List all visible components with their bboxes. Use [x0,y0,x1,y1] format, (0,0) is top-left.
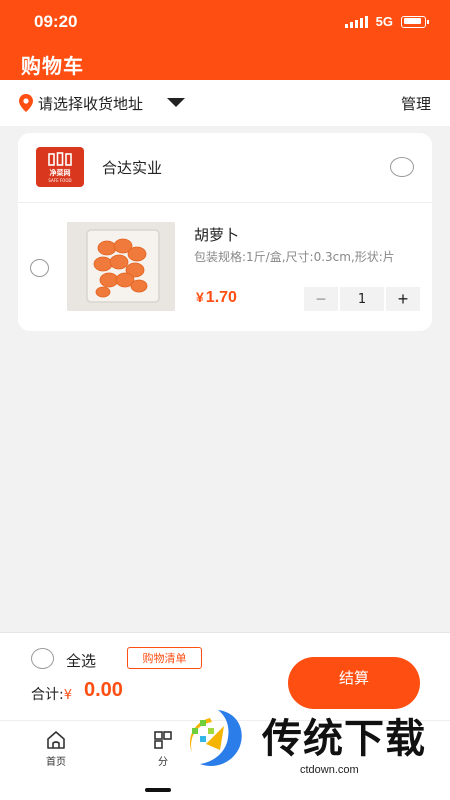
total-label-text: 合计: [31,687,64,703]
store-select-radio[interactable] [390,157,414,177]
item-select-radio[interactable] [30,259,49,277]
store-logo-subtext: SAFE FOOD [48,178,72,183]
address-placeholder[interactable]: 请选择收货地址 [38,93,143,114]
watermark-url: ctdown.com [300,764,359,776]
product-image[interactable] [67,222,175,311]
page-title: 购物车 [21,54,84,78]
tab-home-label: 首页 [46,757,66,768]
quantity-input[interactable]: 1 [340,287,384,311]
product-spec: 包装规格:1斤/盒,尺寸:0.3cm,形状:片 [194,250,395,264]
store-logo-text: 净菜网 [49,169,71,177]
app-header: 09:20 5G 购物车 [0,0,450,80]
address-bar[interactable]: 请选择收货地址 管理 [0,80,450,126]
watermark-brand: 传统下载 [262,716,426,762]
product-name[interactable]: 胡萝卜 [194,224,239,245]
status-time: 09:20 [34,12,78,31]
watermark-logo-icon [190,710,242,766]
tab-home[interactable]: 首页 [26,729,86,768]
total-label: 合计:¥ [31,684,72,704]
quantity-stepper: − 1 + [304,287,420,311]
carrot-slices-image [67,222,175,311]
signal-icon [344,15,368,28]
watermark: 传统下载 ctdown.com [170,700,440,780]
home-icon [47,731,65,749]
network-label: 5G [375,14,393,29]
caret-down-icon[interactable] [167,98,185,107]
decrement-button[interactable]: − [304,287,338,311]
total-value: 0.00 [84,679,123,701]
total-currency: ¥ [63,688,72,703]
shopping-list-button[interactable]: 购物清单 [127,647,202,669]
battery-icon [401,15,429,28]
product-price: ¥1.70 [196,289,237,307]
status-icons: 5G [344,14,429,29]
location-pin-icon [19,94,33,112]
store-logo: 净菜网 SAFE FOOD [36,147,84,187]
price-value: 1.70 [205,289,237,306]
store-name: 合达实业 [102,159,163,177]
store-card: 净菜网 SAFE FOOD 合达实业 胡萝卜 包装规格:1斤/盒,尺寸:0.3c… [18,133,432,331]
price-currency: ¥ [196,289,204,305]
select-all-radio[interactable] [31,648,54,669]
home-indicator [145,788,171,792]
manage-button[interactable]: 管理 [401,93,431,114]
store-logo-mark-icon [48,152,72,166]
increment-button[interactable]: + [386,287,420,311]
card-divider [18,202,432,203]
select-all-label[interactable]: 全选 [66,650,96,671]
